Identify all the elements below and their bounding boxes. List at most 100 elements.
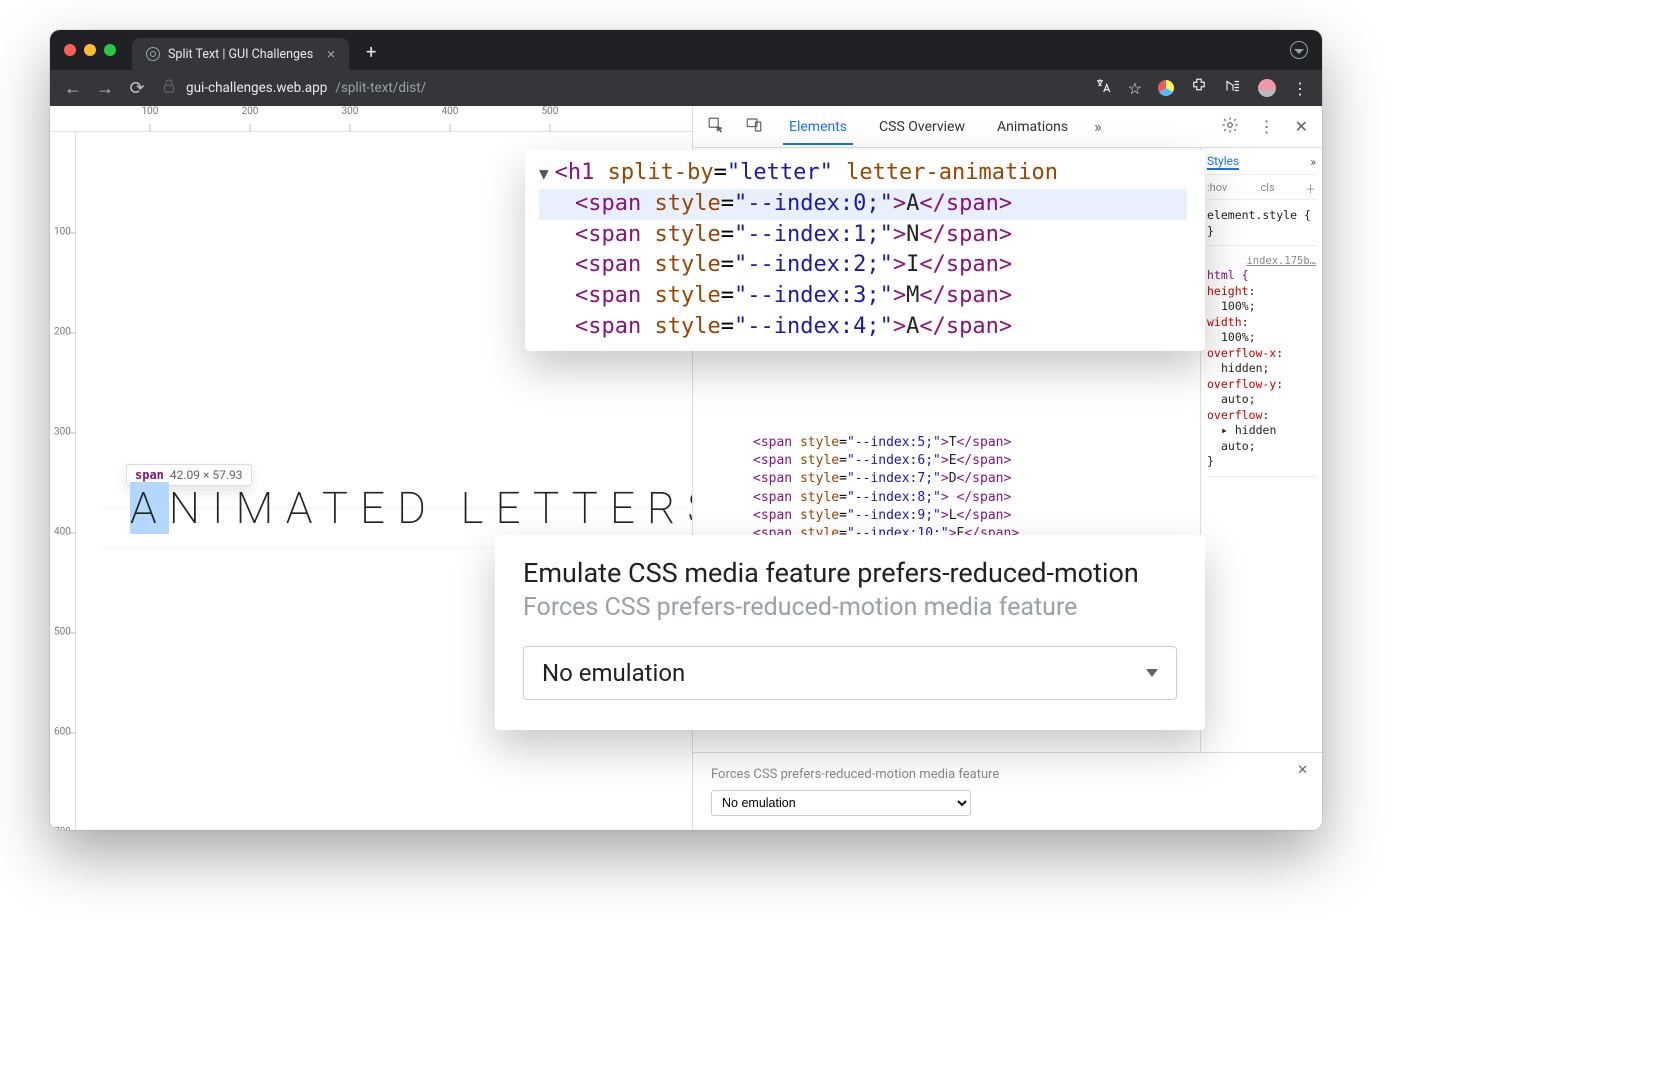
heading-letter: A <box>286 482 322 534</box>
rendering-zoom-overlay: Emulate CSS media feature prefers-reduce… <box>495 535 1205 730</box>
heading-letter: R <box>647 482 687 534</box>
rendering-select[interactable]: No emulation <box>523 646 1177 700</box>
ruler-tick: 300 <box>342 106 359 117</box>
styles-tab[interactable]: Styles <box>1207 154 1239 170</box>
profile-avatar[interactable] <box>1258 79 1276 97</box>
css-declaration[interactable]: overflow-y: <box>1207 377 1316 393</box>
heading-letter: M <box>236 482 286 534</box>
lock-icon <box>160 77 178 99</box>
translate-icon[interactable] <box>1094 77 1112 99</box>
heading-letter: T <box>533 482 572 534</box>
styles-pane[interactable]: Styles » :hov .cls ＋ element.style { } i… <box>1200 148 1322 752</box>
page-heading: ANIMATED LETTERS <box>130 482 725 534</box>
css-declaration[interactable]: height: <box>1207 284 1316 300</box>
settings-icon[interactable] <box>1221 116 1239 138</box>
tabs-overflow-icon[interactable]: » <box>1094 117 1102 136</box>
more-icon[interactable]: ⋮ <box>1259 117 1275 136</box>
rendering-desc-small: Forces CSS prefers-reduced-motion media … <box>711 767 1304 782</box>
ruler-tick: 400 <box>54 527 71 538</box>
new-style-rule-button[interactable]: ＋ <box>1305 181 1316 197</box>
ruler-tick: 200 <box>54 327 71 338</box>
tab-active[interactable]: Split Text | GUI Challenges × <box>132 38 349 70</box>
tab-search-button[interactable] <box>1290 41 1308 59</box>
forward-button[interactable]: → <box>96 78 114 99</box>
reload-button[interactable]: ⟳ <box>128 78 146 99</box>
ruler-tick: 500 <box>542 106 559 117</box>
css-declaration[interactable]: overflow-x: <box>1207 346 1316 362</box>
rendering-drawer: ✕ Forces CSS prefers-reduced-motion medi… <box>693 752 1322 830</box>
window-controls <box>64 44 116 56</box>
zoom-window-button[interactable] <box>104 44 116 56</box>
heading-letter: I <box>212 482 236 534</box>
menu-icon[interactable]: ⋮ <box>1292 79 1308 98</box>
media-icon[interactable] <box>1224 77 1242 99</box>
title-bar: Split Text | GUI Challenges × + <box>50 30 1322 70</box>
heading-letter: L <box>461 482 496 534</box>
stylesheet-link[interactable]: index.175b… <box>1207 254 1316 268</box>
rendering-select-small[interactable]: No emulation <box>711 790 971 816</box>
dom-node[interactable]: <span style="--index:2;">I</span> <box>539 250 1187 281</box>
address-bar[interactable]: gui-challenges.web.app/split-text/dist/ <box>160 77 1080 99</box>
dom-node[interactable]: ▼<h1 split-by="letter" letter-animation <box>539 158 1187 189</box>
inspect-tooltip-tag: span <box>135 468 164 482</box>
tab-elements[interactable]: Elements <box>783 109 853 145</box>
cls-toggle[interactable]: .cls <box>1258 181 1275 197</box>
tab-title: Split Text | GUI Challenges <box>168 47 313 62</box>
dom-node[interactable]: <span style="--index:4;">A</span> <box>539 312 1187 343</box>
device-toggle-icon[interactable] <box>745 116 763 138</box>
heading-letter: T <box>572 482 610 534</box>
close-devtools-icon[interactable]: ✕ <box>1295 117 1308 136</box>
toolbar-right-icons: ☆ ⋮ <box>1094 77 1308 99</box>
css-declaration[interactable]: overflow: <box>1207 408 1316 424</box>
drawer-close-icon[interactable]: ✕ <box>1297 763 1308 778</box>
rendering-subtitle: Forces CSS prefers-reduced-motion media … <box>523 593 1177 622</box>
rendering-title: Emulate CSS media feature prefers-reduce… <box>523 557 1177 589</box>
heading-letter: E <box>360 482 397 534</box>
styles-overflow-icon[interactable]: » <box>1310 155 1316 169</box>
close-window-button[interactable] <box>64 44 76 56</box>
dom-node[interactable]: <span style="--index:7;">D</span> <box>733 470 1192 488</box>
ruler-tick: 100 <box>142 106 159 117</box>
ruler-tick: 100 <box>54 227 71 238</box>
url-path: /split-text/dist/ <box>335 80 426 96</box>
dom-node[interactable]: <span style="--index:6;">E</span> <box>733 452 1192 470</box>
ruler-tick: 300 <box>54 427 71 438</box>
tab-close-button[interactable]: × <box>327 45 335 63</box>
heading-letter: A <box>130 482 169 534</box>
ruler-tick: 200 <box>242 106 259 117</box>
dom-node[interactable]: <span style="--index:3;">M</span> <box>539 281 1187 312</box>
dom-node[interactable]: <span style="--index:0;">A</span> <box>539 189 1187 220</box>
hov-toggle[interactable]: :hov <box>1207 181 1227 197</box>
ruler-tick: 400 <box>442 106 459 117</box>
element-style-label: element.style { <box>1207 208 1316 224</box>
css-declaration[interactable]: width: <box>1207 315 1316 331</box>
bookmark-icon[interactable]: ☆ <box>1128 79 1142 98</box>
dom-node[interactable]: <span style="--index:9;">L</span> <box>733 507 1192 525</box>
lighthouse-icon[interactable] <box>1158 80 1174 96</box>
dom-node[interactable]: <span style="--index:8;"> </span> <box>733 489 1192 507</box>
devtools-tabs: Elements CSS Overview Animations » ⋮ ✕ <box>693 106 1322 148</box>
heading-letter: D <box>397 482 438 534</box>
heading-letter: E <box>610 482 647 534</box>
dom-node[interactable]: <span style="--index:5;">T</span> <box>733 434 1192 452</box>
heading-letter <box>438 482 461 534</box>
inspect-icon[interactable] <box>707 116 725 138</box>
ruler-tick: 700 <box>54 827 71 831</box>
url-domain: gui-challenges.web.app <box>186 80 327 96</box>
heading-letter: N <box>169 482 212 534</box>
css-selector: html { <box>1207 268 1316 284</box>
ruler-tick: 600 <box>54 727 71 738</box>
minimize-window-button[interactable] <box>84 44 96 56</box>
inspect-tooltip-dims: 42.09 × 57.93 <box>170 468 243 482</box>
ruler-tick: 500 <box>54 627 71 638</box>
rendering-select-value: No emulation <box>542 659 685 687</box>
new-tab-button[interactable]: + <box>357 38 385 66</box>
extensions-icon[interactable] <box>1190 77 1208 99</box>
back-button[interactable]: ← <box>64 78 82 99</box>
dom-node[interactable]: <span style="--index:1;">N</span> <box>539 220 1187 251</box>
ruler-vertical: 100 200 300 400 500 600 700 800 <box>50 132 76 830</box>
tab-animations[interactable]: Animations <box>991 109 1074 145</box>
dom-zoom-overlay: ▼<h1 split-by="letter" letter-animation<… <box>525 150 1205 351</box>
toolbar: ← → ⟳ gui-challenges.web.app/split-text/… <box>50 70 1322 106</box>
tab-css-overview[interactable]: CSS Overview <box>873 109 971 145</box>
